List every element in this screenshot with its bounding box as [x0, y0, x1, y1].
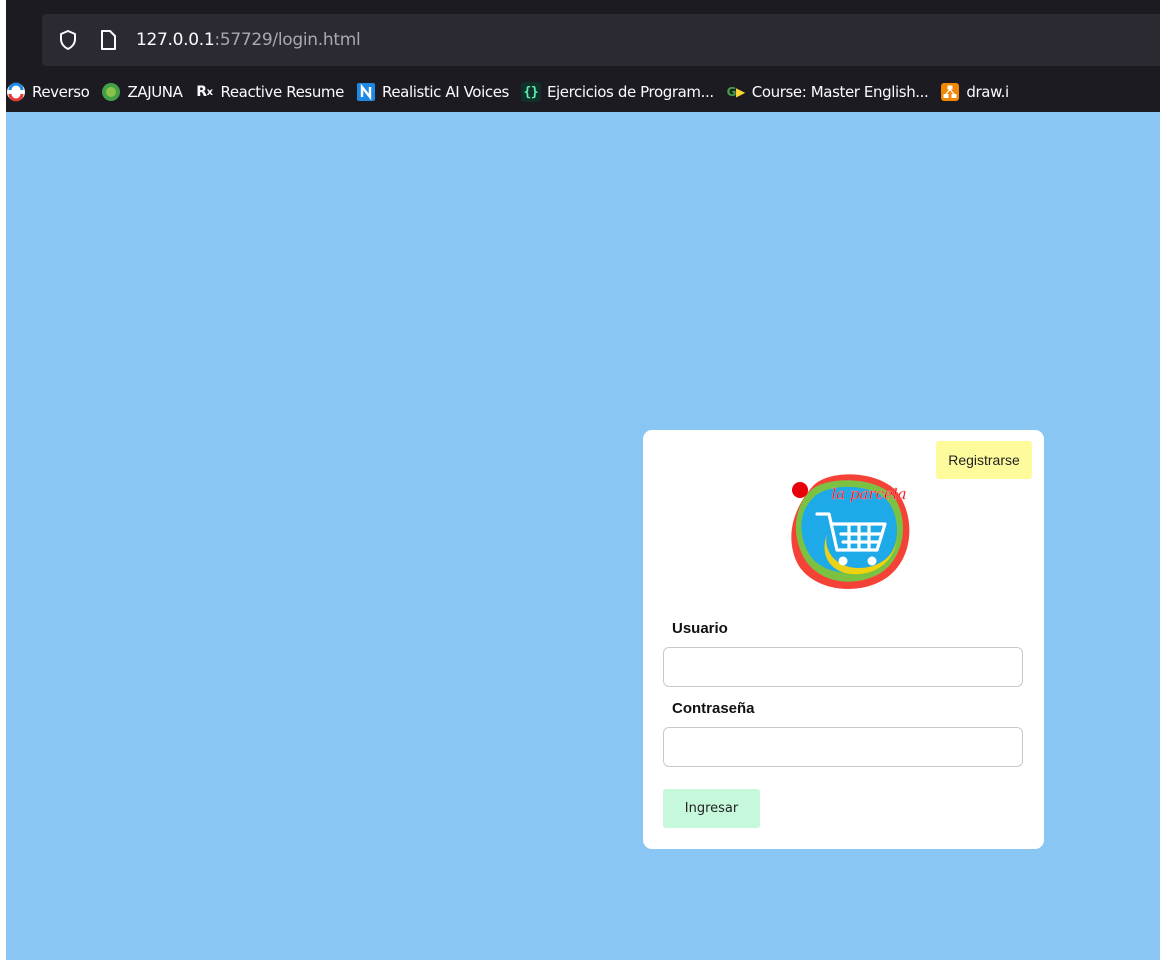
braces-icon: {} — [520, 82, 541, 102]
address-bar[interactable]: 127.0.0.1:57729/login.html — [42, 14, 1160, 66]
url-host: 127.0.0.1 — [136, 30, 215, 50]
bookmark-drawio[interactable]: draw.i — [940, 77, 1009, 107]
bookmark-label: Realistic AI Voices — [381, 83, 509, 101]
la-parcela-logo: la parcela — [779, 464, 919, 594]
bookmark-label: ZAJUNA — [127, 83, 183, 101]
login-card: Registrarse la parcela Usuario Contraseñ… — [643, 430, 1044, 849]
bookmark-label: Ejercicios de Program... — [546, 83, 714, 101]
page-background: Registrarse la parcela Usuario Contraseñ… — [6, 112, 1160, 960]
password-input[interactable] — [663, 727, 1023, 767]
bookmark-reactive-resume[interactable]: Rx Reactive Resume — [194, 77, 344, 107]
login-submit-button[interactable]: Ingresar — [663, 789, 760, 828]
reverso-icon — [6, 82, 26, 102]
username-input[interactable] — [663, 647, 1023, 687]
logo-text: la parcela — [831, 485, 906, 503]
bookmark-reverso[interactable]: Reverso — [6, 77, 90, 107]
bookmarks-toolbar: Reverso ZAJUNA Rx Reactive Resume Realis… — [6, 74, 1160, 110]
bookmark-label: Course: Master English... — [751, 83, 929, 101]
bookmark-ejercicios[interactable]: {} Ejercicios de Program... — [520, 77, 714, 107]
bookmark-zajuna[interactable]: ZAJUNA — [101, 77, 183, 107]
bookmark-label: Reactive Resume — [220, 83, 344, 101]
n-icon — [356, 82, 376, 102]
username-label: Usuario — [672, 620, 728, 637]
bookmark-label: draw.i — [966, 83, 1009, 101]
shield-icon[interactable] — [56, 28, 80, 52]
url-text[interactable]: 127.0.0.1:57729/login.html — [136, 29, 361, 51]
bookmark-course[interactable]: G ▶ Course: Master English... — [726, 77, 929, 107]
browser-chrome: 127.0.0.1:57729/login.html Reverso ZAJUN… — [6, 0, 1160, 112]
bookmark-realistic-ai-voices[interactable]: Realistic AI Voices — [356, 77, 509, 107]
rx-icon: Rx — [196, 84, 213, 100]
zajuna-icon — [101, 82, 121, 102]
drawio-icon — [940, 82, 960, 102]
url-path: :57729/login.html — [214, 30, 361, 50]
page-icon[interactable] — [96, 28, 120, 52]
register-button[interactable]: Registrarse — [936, 441, 1032, 479]
bookmark-label: Reverso — [32, 83, 90, 101]
g-icon: G ▶ — [726, 85, 746, 99]
password-label: Contraseña — [672, 700, 755, 717]
